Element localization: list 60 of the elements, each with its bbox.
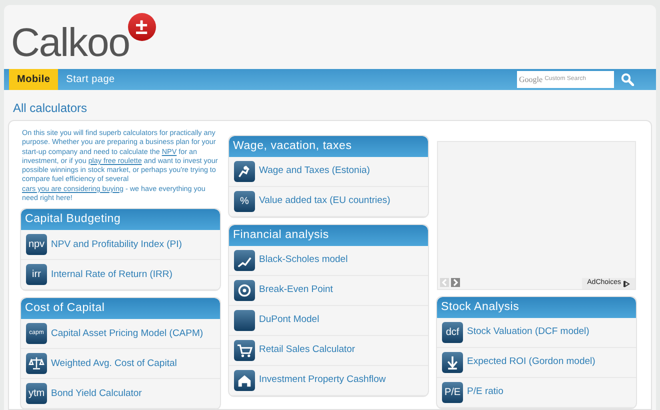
google-logo: Google: [519, 74, 543, 86]
link-label[interactable]: Internal Rate of Return (IRR): [51, 268, 172, 282]
category-header: Capital Budgeting: [21, 209, 220, 230]
chevron-right-icon: [451, 278, 460, 287]
link-label[interactable]: Weighted Avg. Cost of Capital: [51, 356, 177, 371]
link-label[interactable]: Black-Scholes model: [259, 253, 348, 268]
calculator-link[interactable]: irr Internal Rate of Return (IRR): [21, 260, 220, 290]
nav-tab[interactable]: Start page: [58, 69, 123, 90]
calculator-link[interactable]: DuPont Model: [229, 306, 428, 336]
link-label[interactable]: Value added tax (EU countries): [259, 194, 390, 209]
category-header: Wage, vacation, taxes: [229, 136, 428, 157]
calculator-link[interactable]: P/E P/E ratio: [437, 378, 636, 408]
calculator-link[interactable]: Weighted Avg. Cost of Capital: [21, 349, 220, 380]
calculator-link[interactable]: dcf Stock Valuation (DCF model): [437, 318, 636, 348]
calculator-link[interactable]: npv NPV and Profitability Index (PI): [21, 230, 220, 260]
link-label[interactable]: Capital Asset Pricing Model (CAPM): [51, 326, 204, 341]
search-button[interactable]: [620, 72, 634, 86]
calculator-link[interactable]: Expected ROI (Gordon model): [437, 348, 636, 378]
calculator-icon: [442, 352, 463, 373]
calculator-link[interactable]: Black-Scholes model: [229, 246, 428, 276]
nav-tab[interactable]: Mobile: [9, 69, 58, 90]
calculator-icon: P/E: [442, 382, 463, 403]
calculator-icon: ytm: [26, 383, 47, 404]
category-header: Cost of Capital: [21, 298, 220, 320]
logo-badge: ±: [128, 13, 156, 41]
search-icon: [620, 73, 634, 86]
calculator-icon: %: [234, 191, 255, 212]
calculator-icon: npv: [26, 234, 47, 256]
calculator-link[interactable]: ytm Bond Yield Calculator: [21, 379, 220, 409]
link-label[interactable]: DuPont Model: [259, 313, 320, 328]
link-label[interactable]: Wage and Taxes (Estonia): [259, 164, 370, 179]
calculator-link[interactable]: Investment Property Cashflow: [229, 366, 428, 396]
site-logo[interactable]: Calkoo: [11, 23, 130, 63]
page-title: All calculators: [13, 100, 88, 117]
calculator-link[interactable]: Wage and Taxes (Estonia): [229, 157, 428, 187]
chevron-left-icon: [440, 278, 449, 287]
link-label[interactable]: Expected ROI (Gordon model): [467, 355, 596, 370]
link-label[interactable]: P/E ratio: [467, 385, 504, 400]
link-label[interactable]: NPV and Profitability Index (PI): [51, 238, 182, 252]
calculator-icon: [234, 310, 255, 331]
calculator-icon: irr: [26, 264, 47, 286]
calculator-icon: [234, 161, 255, 182]
link-label[interactable]: Stock Valuation (DCF model): [467, 325, 590, 340]
next-button[interactable]: [451, 278, 460, 287]
calculator-icon: [234, 280, 255, 301]
link-label[interactable]: Retail Sales Calculator: [259, 343, 356, 358]
category-header: Financial analysis: [229, 225, 428, 246]
link-label[interactable]: Bond Yield Calculator: [51, 386, 142, 401]
calculator-link[interactable]: % Value added tax (EU countries): [229, 187, 428, 217]
link-label[interactable]: Investment Property Cashflow: [259, 373, 386, 388]
link-label[interactable]: Break-Even Point: [259, 283, 333, 298]
calculator-icon: [234, 370, 255, 391]
calculator-link[interactable]: Break-Even Point: [229, 276, 428, 306]
calculator-icon: [234, 340, 255, 361]
calculator-icon: [234, 250, 255, 271]
category-header: Stock Analysis: [437, 297, 636, 318]
play-icon: [623, 280, 630, 288]
calculator-icon: [26, 353, 47, 374]
calculator-icon: dcf: [442, 322, 463, 343]
calculator-link[interactable]: Retail Sales Calculator: [229, 336, 428, 366]
